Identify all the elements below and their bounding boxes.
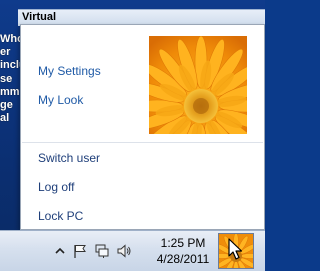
speaker-icon[interactable] [116, 243, 132, 259]
lock-pc-link[interactable]: Lock PC [38, 209, 83, 223]
clock-time: 1:25 PM [160, 236, 206, 250]
clock-date: 4/28/2011 [156, 252, 210, 266]
user-menu-popup: My Settings My Look Switch user Log off … [20, 24, 265, 230]
background-text-line: inclu [0, 59, 20, 72]
background-text-line: se [0, 72, 13, 85]
profile-picture[interactable] [149, 36, 247, 134]
taskbar: 1:25 PM 4/28/2011 [0, 230, 265, 271]
taskbar-user-avatar[interactable] [218, 233, 254, 269]
taskbar-clock[interactable]: 1:25 PM 4/28/2011 [150, 235, 216, 267]
background-text-line: Who [0, 33, 20, 45]
switch-user-link[interactable]: Switch user [38, 151, 100, 165]
background-window-text: Who er inclu se mm ge al uil [0, 33, 20, 125]
flag-icon[interactable] [72, 243, 88, 259]
background-text-line: er [0, 46, 11, 59]
flower-thumbnail-icon [219, 234, 253, 268]
background-text-line: mm [0, 85, 20, 98]
my-settings-link[interactable]: My Settings [38, 64, 101, 78]
flower-image [149, 36, 247, 134]
window-title: Virtual [22, 11, 57, 23]
show-hidden-icons-chevron-icon[interactable] [52, 243, 68, 259]
background-text-line: al [0, 112, 10, 125]
log-off-link[interactable]: Log off [38, 180, 74, 194]
network-icon[interactable] [94, 243, 110, 259]
my-look-link[interactable]: My Look [38, 93, 83, 107]
background-text-line: ge [0, 98, 13, 111]
menu-separator [22, 142, 263, 143]
